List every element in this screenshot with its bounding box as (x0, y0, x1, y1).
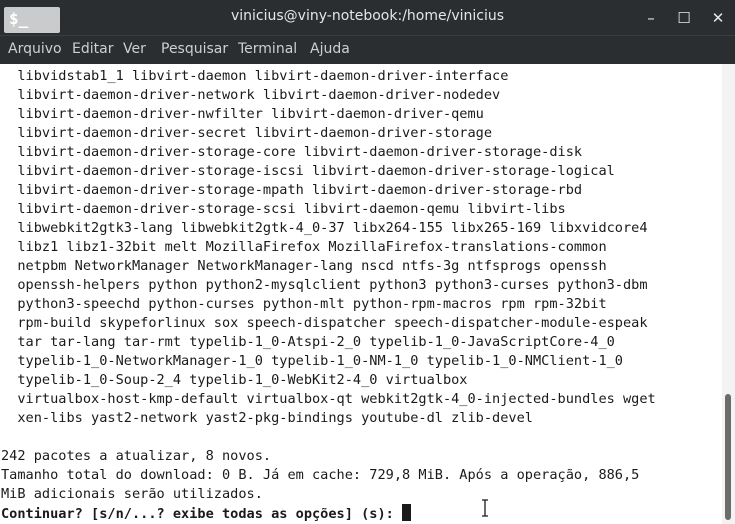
title-bar: $_ vinicius@viny-notebook:/home/vinicius… (0, 0, 735, 35)
scrollbar-thumb[interactable] (725, 394, 731, 520)
terminal-line: rpm-build skypeforlinux sox speech-dispa… (1, 315, 648, 331)
text-cursor (402, 504, 412, 521)
menu-pesquisar[interactable]: Pesquisar (161, 36, 228, 64)
terminal-line: libvirt-daemon-driver-storage-iscsi libv… (1, 163, 615, 179)
terminal-line: libz1 libz1-32bit melt MozillaFirefox Mo… (1, 239, 607, 255)
menu-arquivo[interactable]: Arquivo (8, 36, 62, 64)
terminal-output[interactable]: libvidstab1_1 libvirt-daemon libvirt-dae… (0, 64, 722, 524)
terminal-line: libvirt-daemon-driver-storage-scsi libvi… (1, 201, 566, 217)
maximize-button[interactable]: ☐ (674, 8, 694, 28)
terminal-line: typelib-1_0-Soup-2_4 typelib-1_0-WebKit2… (1, 372, 468, 388)
minimize-button[interactable]: – (641, 8, 661, 28)
terminal-line: libvidstab1_1 libvirt-daemon libvirt-dae… (1, 68, 509, 84)
terminal-line: libvirt-daemon-driver-network libvirt-da… (1, 87, 501, 103)
mouse-ibeam-cursor-icon (482, 499, 488, 517)
menu-ajuda[interactable]: Ajuda (310, 36, 350, 64)
terminal-line: MiB adicionais serão utilizados. (1, 486, 263, 502)
menu-ver[interactable]: Ver (123, 36, 146, 64)
menu-bar: Arquivo Editar Ver Pesquisar Terminal Aj… (0, 35, 735, 64)
terminal-line: libvirt-daemon-driver-secret libvirt-dae… (1, 125, 493, 141)
terminal-line: Tamanho total do download: 0 B. Já em ca… (1, 467, 640, 483)
terminal-line: libwebkit2gtk3-lang libwebkit2gtk-4_0-37… (1, 220, 648, 236)
terminal-prompt-line: Continuar? [s/n/...? exibe todas as opçõ… (1, 504, 412, 523)
window-title: vinicius@viny-notebook:/home/vinicius (230, 8, 505, 24)
terminal-line: netpbm NetworkManager NetworkManager-lan… (1, 258, 607, 274)
terminal-line: typelib-1_0-NetworkManager-1_0 typelib-1… (1, 353, 623, 369)
close-button[interactable]: ✕ (708, 8, 728, 28)
terminal-line: tar tar-lang tar-rmt typelib-1_0-Atspi-2… (1, 334, 615, 350)
scrollbar[interactable] (722, 64, 735, 524)
terminal-line: virtualbox-host-kmp-default virtualbox-q… (1, 391, 656, 407)
terminal-line: openssh-helpers python python2-mysqlclie… (1, 277, 648, 293)
menu-editar[interactable]: Editar (72, 36, 113, 64)
terminal-line: libvirt-daemon-driver-nwfilter libvirt-d… (1, 106, 484, 122)
menu-terminal[interactable]: Terminal (238, 36, 297, 64)
terminal-prompt: Continuar? [s/n/...? exibe todas as opçõ… (1, 506, 403, 522)
terminal-line: 242 pacotes a atualizar, 8 novos. (1, 448, 272, 464)
terminal-line: python3-speechd python-curses python-mlt… (1, 296, 607, 312)
terminal-line: libvirt-daemon-driver-storage-mpath libv… (1, 182, 583, 198)
terminal-line: libvirt-daemon-driver-storage-core libvi… (1, 144, 583, 160)
terminal-line: xen-libs yast2-network yast2-pkg-binding… (1, 410, 533, 426)
